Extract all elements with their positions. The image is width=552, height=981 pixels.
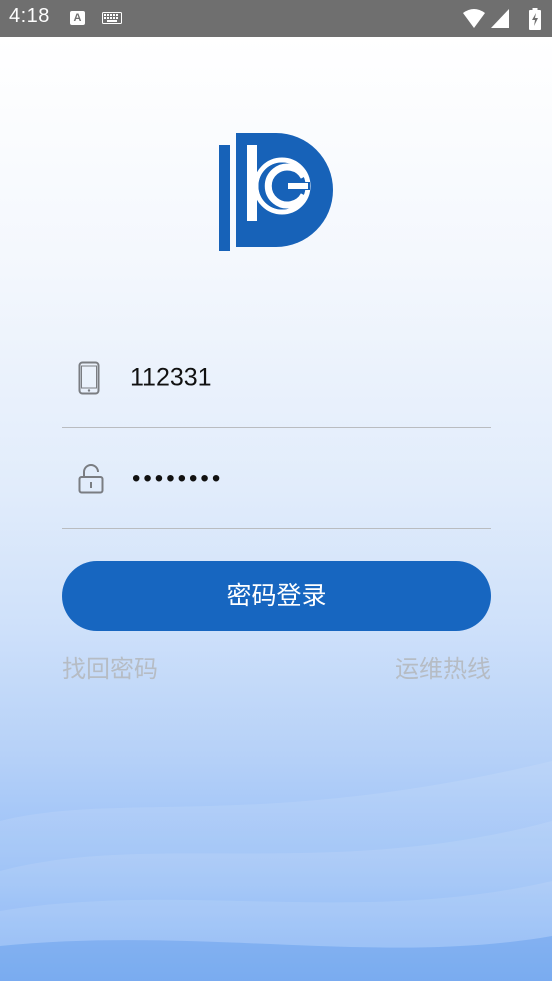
forgot-password-link[interactable]: 找回密码 (62, 649, 158, 684)
status-time: 4:18 (9, 5, 50, 27)
login-screen: 112331 •••••••• 密码登录 找回密码 运维热线 (0, 37, 552, 981)
wifi-icon (463, 9, 485, 28)
login-button[interactable]: 密码登录 (62, 561, 491, 631)
password-divider (62, 528, 491, 529)
status-bar: 4:18 A (0, 0, 552, 37)
keyboard-icon (102, 12, 122, 24)
phone-input[interactable]: 112331 (130, 364, 212, 393)
background-waves (0, 761, 552, 981)
password-field[interactable]: •••••••• (62, 449, 491, 509)
phone-divider (62, 427, 491, 428)
password-input[interactable]: •••••••• (132, 465, 223, 493)
hotline-link[interactable]: 运维热线 (395, 649, 491, 684)
a-notification-label: A (73, 12, 82, 24)
lock-icon (78, 464, 104, 494)
phone-icon (78, 361, 100, 395)
phone-field[interactable]: 112331 (62, 348, 491, 408)
app-logo (219, 133, 333, 251)
a-notification-icon: A (70, 11, 85, 25)
battery-charging-icon (529, 8, 541, 30)
cellular-signal-icon (491, 9, 509, 28)
